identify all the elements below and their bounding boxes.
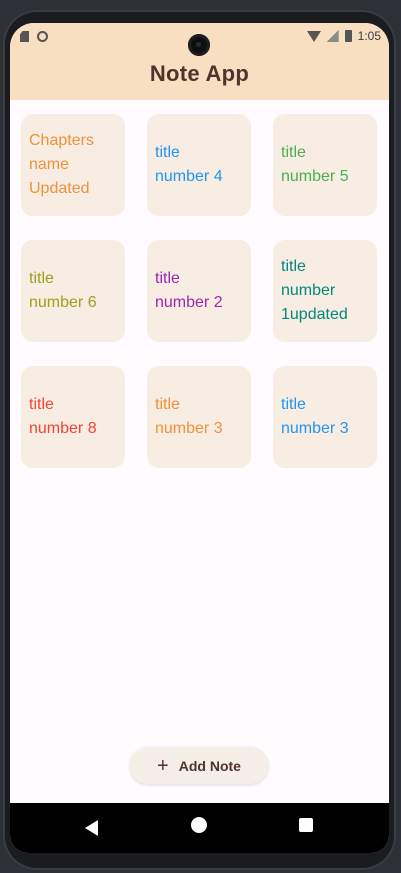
add-note-label: Add Note — [178, 757, 241, 774]
add-note-button[interactable]: + Add Note — [130, 747, 268, 784]
note-card[interactable]: title number 2 — [147, 240, 251, 342]
screen: 1:05 Note App Chapters name Updated titl… — [10, 23, 389, 853]
note-title: title number 4 — [155, 144, 223, 185]
note-card[interactable]: Chapters name Updated — [21, 114, 125, 216]
note-title: title number 2 — [155, 270, 223, 311]
note-title: Chapters name Updated — [29, 132, 94, 197]
status-bar: 1:05 — [10, 23, 389, 56]
note-title: title number 1updated — [281, 258, 348, 323]
device-frame: 1:05 Note App Chapters name Updated titl… — [0, 0, 401, 873]
note-card[interactable]: title number 6 — [21, 240, 125, 342]
note-card[interactable]: title number 3 — [273, 366, 377, 468]
back-icon[interactable] — [85, 820, 98, 836]
page-title: Note App — [149, 61, 250, 86]
note-card[interactable]: title number 1updated — [273, 240, 377, 342]
plus-icon: + — [157, 754, 169, 777]
note-title: title number 6 — [29, 270, 97, 311]
note-card[interactable]: title number 4 — [147, 114, 251, 216]
note-title: title number 3 — [155, 396, 223, 437]
app-bar: 1:05 Note App — [10, 23, 389, 100]
battery-icon — [344, 30, 352, 42]
note-title: title number 3 — [281, 396, 349, 437]
note-card[interactable]: title number 3 — [147, 366, 251, 468]
sd-card-icon — [20, 31, 29, 42]
status-time: 1:05 — [357, 29, 381, 43]
note-title: title number 8 — [29, 396, 97, 437]
home-icon[interactable] — [191, 817, 207, 833]
note-card[interactable]: title number 5 — [273, 114, 377, 216]
recents-icon[interactable] — [299, 818, 313, 832]
wifi-icon — [306, 30, 321, 42]
circle-icon — [37, 31, 48, 42]
note-title: title number 5 — [281, 144, 349, 185]
signal-icon — [326, 30, 339, 42]
front-camera — [188, 34, 210, 56]
note-card[interactable]: title number 8 — [21, 366, 125, 468]
system-nav-bar — [10, 803, 389, 853]
